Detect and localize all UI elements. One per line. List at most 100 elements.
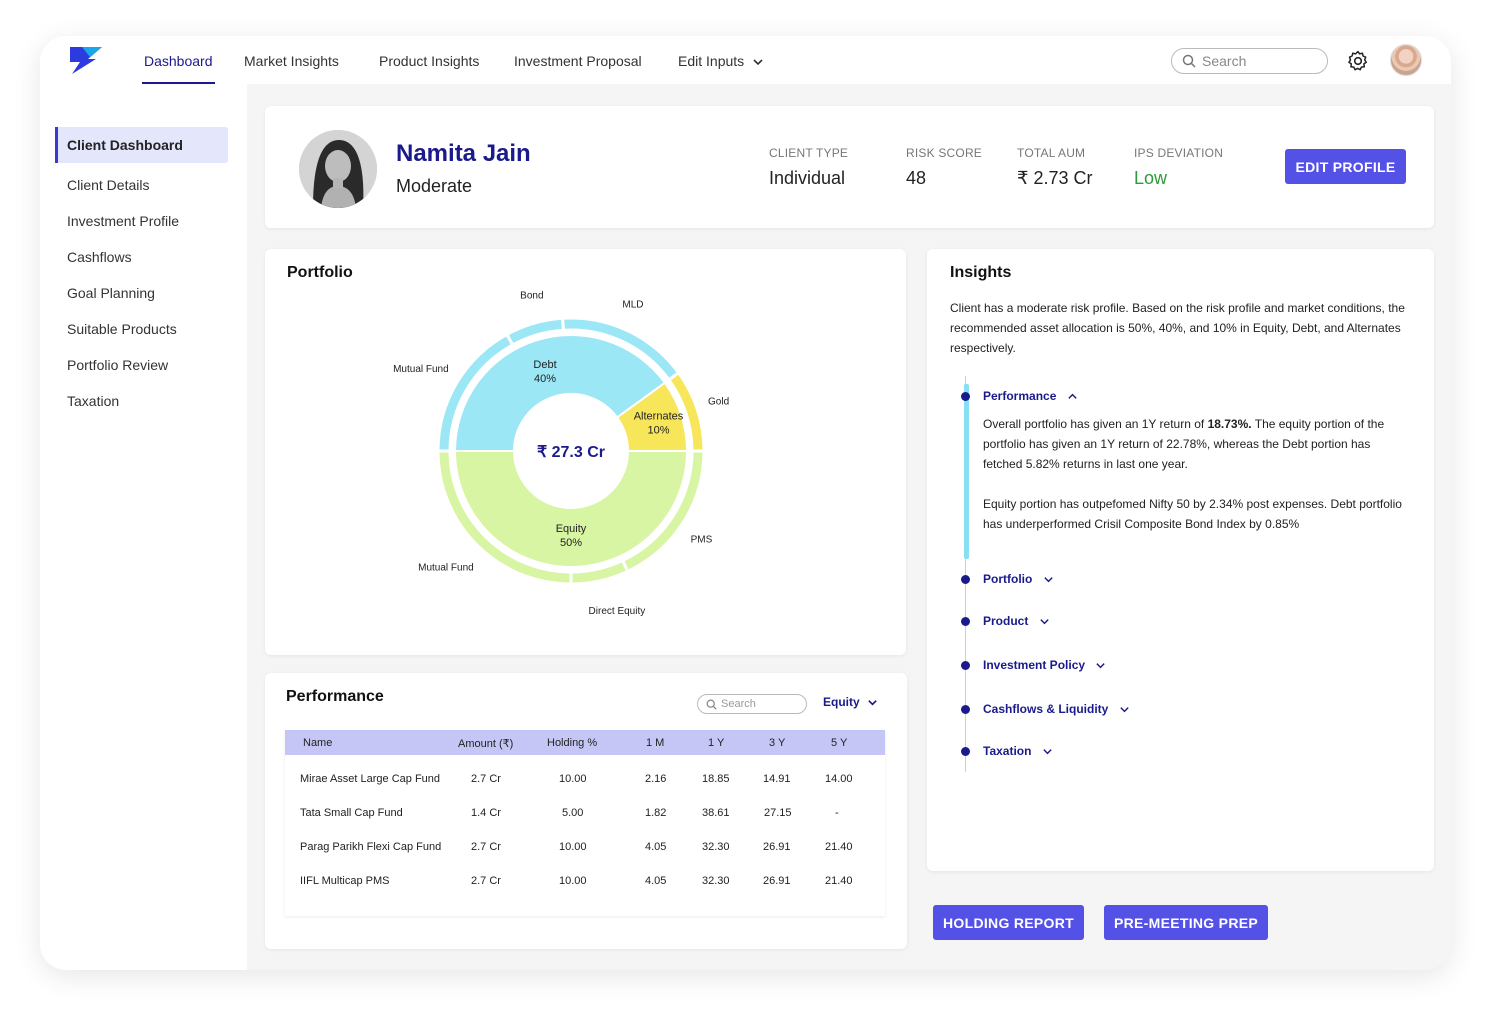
app-window: Dashboard Market Insights Product Insigh… bbox=[40, 36, 1451, 970]
slice-value-equity: 50% bbox=[560, 537, 582, 549]
pre-meeting-prep-button[interactable]: PRE-MEETING PREP bbox=[1104, 905, 1268, 940]
search-input[interactable] bbox=[1202, 53, 1312, 69]
cell-1m: 4.05 bbox=[645, 875, 667, 887]
cell-3y: 26.91 bbox=[763, 841, 791, 853]
col-header-amount[interactable]: Amount (₹) bbox=[458, 737, 513, 750]
cell-amount: 2.7 Cr bbox=[471, 841, 501, 853]
sidebar-item-investment-profile[interactable]: Investment Profile bbox=[55, 203, 228, 239]
sidebar-item-taxation[interactable]: Taxation bbox=[55, 383, 228, 419]
nav-edit-inputs-label: Edit Inputs bbox=[678, 53, 745, 69]
col-header-3y[interactable]: 3 Y bbox=[769, 737, 785, 749]
insight-section-label: Product bbox=[983, 614, 1029, 628]
sidebar-item-cashflows[interactable]: Cashflows bbox=[55, 239, 228, 275]
cell-holding: 10.00 bbox=[559, 875, 587, 887]
timeline-dot bbox=[961, 617, 970, 626]
cell-holding: 10.00 bbox=[559, 841, 587, 853]
chevron-down-icon bbox=[1120, 707, 1129, 713]
performance-card: Performance Equity Name Amount (₹) Holdi… bbox=[265, 673, 907, 949]
slice-value-alternates: 10% bbox=[647, 425, 669, 437]
outer-label-gold: Gold bbox=[708, 397, 729, 408]
cell-name: Parag Parikh Flexi Cap Fund bbox=[300, 841, 442, 853]
timeline-dot bbox=[961, 575, 970, 584]
sidebar-item-portfolio-review[interactable]: Portfolio Review bbox=[55, 347, 228, 383]
insights-summary: Client has a moderate risk profile. Base… bbox=[950, 301, 1405, 355]
insights-card: Insights Client has a moderate risk prof… bbox=[927, 249, 1434, 871]
timeline-active-bar bbox=[964, 384, 969, 559]
sidebar-item-client-details[interactable]: Client Details bbox=[55, 167, 228, 203]
cell-1y: 32.30 bbox=[702, 875, 730, 887]
cell-5y: - bbox=[835, 807, 839, 819]
portfolio-card: Portfolio Equity 50% Debt 40% Alternates 10% P… bbox=[265, 249, 906, 655]
cell-name: Tata Small Cap Fund bbox=[300, 807, 403, 819]
client-name: Namita Jain bbox=[396, 140, 531, 167]
holding-report-button[interactable]: HOLDING REPORT bbox=[933, 905, 1084, 940]
stat-client-type-value: Individual bbox=[769, 168, 846, 188]
cell-1m: 4.05 bbox=[645, 841, 667, 853]
col-header-name[interactable]: Name bbox=[303, 737, 332, 749]
sidebar-item-goal-planning[interactable]: Goal Planning bbox=[55, 275, 228, 311]
cell-1y: 18.85 bbox=[702, 773, 730, 785]
chevron-down-icon bbox=[1043, 749, 1052, 755]
client-risk-profile: Moderate bbox=[396, 176, 473, 196]
nav-dashboard[interactable]: Dashboard bbox=[142, 36, 214, 84]
cell-3y: 27.15 bbox=[764, 807, 792, 819]
col-header-5y[interactable]: 5 Y bbox=[831, 737, 847, 749]
user-avatar[interactable] bbox=[1390, 44, 1422, 76]
cell-1y: 38.61 bbox=[702, 807, 730, 819]
global-search[interactable] bbox=[1171, 48, 1328, 74]
cell-holding: 10.00 bbox=[559, 773, 587, 785]
cell-3y: 14.91 bbox=[763, 773, 791, 785]
nav-investment-proposal[interactable]: Investment Proposal bbox=[514, 36, 642, 84]
slice-value-debt: 40% bbox=[534, 373, 556, 385]
search-icon bbox=[1182, 54, 1196, 68]
gear-icon[interactable] bbox=[1346, 49, 1370, 73]
sidebar-item-suitable-products[interactable]: Suitable Products bbox=[55, 311, 228, 347]
col-header-holding[interactable]: Holding % bbox=[547, 737, 597, 749]
outer-label-direct-equity: Direct Equity bbox=[589, 606, 646, 617]
col-header-1y[interactable]: 1 Y bbox=[708, 737, 724, 749]
timeline-dot bbox=[961, 392, 970, 401]
stat-ips-deviation-value: Low bbox=[1134, 168, 1168, 188]
stat-client-type-label: CLIENT TYPE bbox=[769, 146, 849, 160]
cell-name: Mirae Asset Large Cap Fund bbox=[300, 773, 441, 785]
cell-5y: 21.40 bbox=[825, 841, 853, 853]
stat-ips-deviation-label: IPS DEVIATION bbox=[1134, 146, 1224, 160]
sidebar-item-client-dashboard[interactable]: Client Dashboard bbox=[55, 127, 228, 163]
asset-class-value: Equity bbox=[823, 695, 860, 709]
insight-section-label: Taxation bbox=[983, 744, 1032, 758]
edit-profile-button[interactable]: EDIT PROFILE bbox=[1285, 149, 1406, 184]
stat-risk-score-label: RISK SCORE bbox=[906, 146, 983, 160]
performance-insight-p1: Overall portfolio has given an 1Y return… bbox=[983, 414, 1413, 474]
performance-search[interactable] bbox=[697, 694, 807, 714]
cell-holding: 5.00 bbox=[562, 807, 584, 819]
nav-edit-inputs[interactable]: Edit Inputs bbox=[678, 36, 764, 84]
insight-section-label: Performance bbox=[983, 389, 1057, 403]
cell-1m: 1.82 bbox=[645, 807, 667, 819]
insight-section-taxation[interactable]: Taxation bbox=[983, 744, 1053, 758]
chevron-down-icon bbox=[1096, 663, 1106, 669]
insight-section-performance[interactable]: Performance bbox=[983, 389, 1078, 403]
sidebar: Client Dashboard Client Details Investme… bbox=[40, 84, 247, 970]
timeline-dot bbox=[961, 661, 970, 670]
nav-product-insights[interactable]: Product Insights bbox=[379, 36, 479, 84]
cell-5y: 21.40 bbox=[825, 875, 853, 887]
col-header-1m[interactable]: 1 M bbox=[646, 737, 664, 749]
chevron-down-icon bbox=[753, 59, 763, 66]
brand-logo[interactable] bbox=[66, 45, 104, 75]
asset-class-dropdown[interactable]: Equity bbox=[823, 695, 878, 709]
cell-amount: 1.4 Cr bbox=[471, 807, 501, 819]
outer-label-mutual-fund: Mutual Fund bbox=[418, 562, 474, 573]
insight-section-cashflows-liquidity[interactable]: Cashflows & Liquidity bbox=[983, 702, 1130, 716]
chevron-down-icon bbox=[1040, 619, 1049, 625]
insight-section-portfolio[interactable]: Portfolio bbox=[983, 572, 1054, 586]
nav-market-insights[interactable]: Market Insights bbox=[244, 36, 339, 84]
insight-section-label: Investment Policy bbox=[983, 658, 1086, 672]
insight-section-investment-policy[interactable]: Investment Policy bbox=[983, 658, 1106, 672]
insight-section-product[interactable]: Product bbox=[983, 614, 1050, 628]
insight-section-label: Portfolio bbox=[983, 572, 1033, 586]
performance-search-input[interactable] bbox=[721, 698, 801, 710]
client-profile-card: Namita Jain Moderate CLIENT TYPE Individ… bbox=[265, 106, 1434, 228]
performance-insight-p2: Equity portion has outpefomed Nifty 50 b… bbox=[983, 497, 1402, 531]
detail-highlight: 18.73%. bbox=[1207, 417, 1252, 431]
cell-1y: 32.30 bbox=[702, 841, 730, 853]
